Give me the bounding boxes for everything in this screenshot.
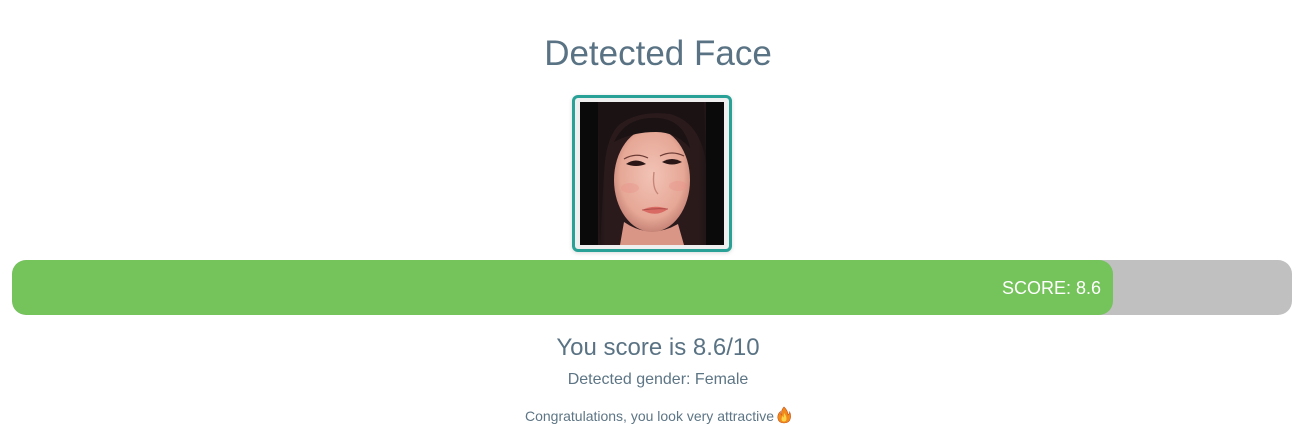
fire-icon [777,406,791,428]
congratulations-text: Congratulations, you look very attractiv… [524,408,774,424]
score-result-text: You score is 8.6/10 [556,334,760,361]
detected-face-image [572,95,732,252]
detected-gender-text: Detected gender: Female [567,371,749,388]
score-progress-bar: SCORE: 8.6 [12,260,1292,315]
face-photo-icon [580,102,724,245]
page-title: Detected Face [544,34,772,73]
congratulations-message: Congratulations, you look very attractiv… [0,406,1316,428]
score-progress-label: SCORE: 8.6 [1001,278,1101,298]
score-progress-fill: SCORE: 8.6 [12,260,1113,315]
